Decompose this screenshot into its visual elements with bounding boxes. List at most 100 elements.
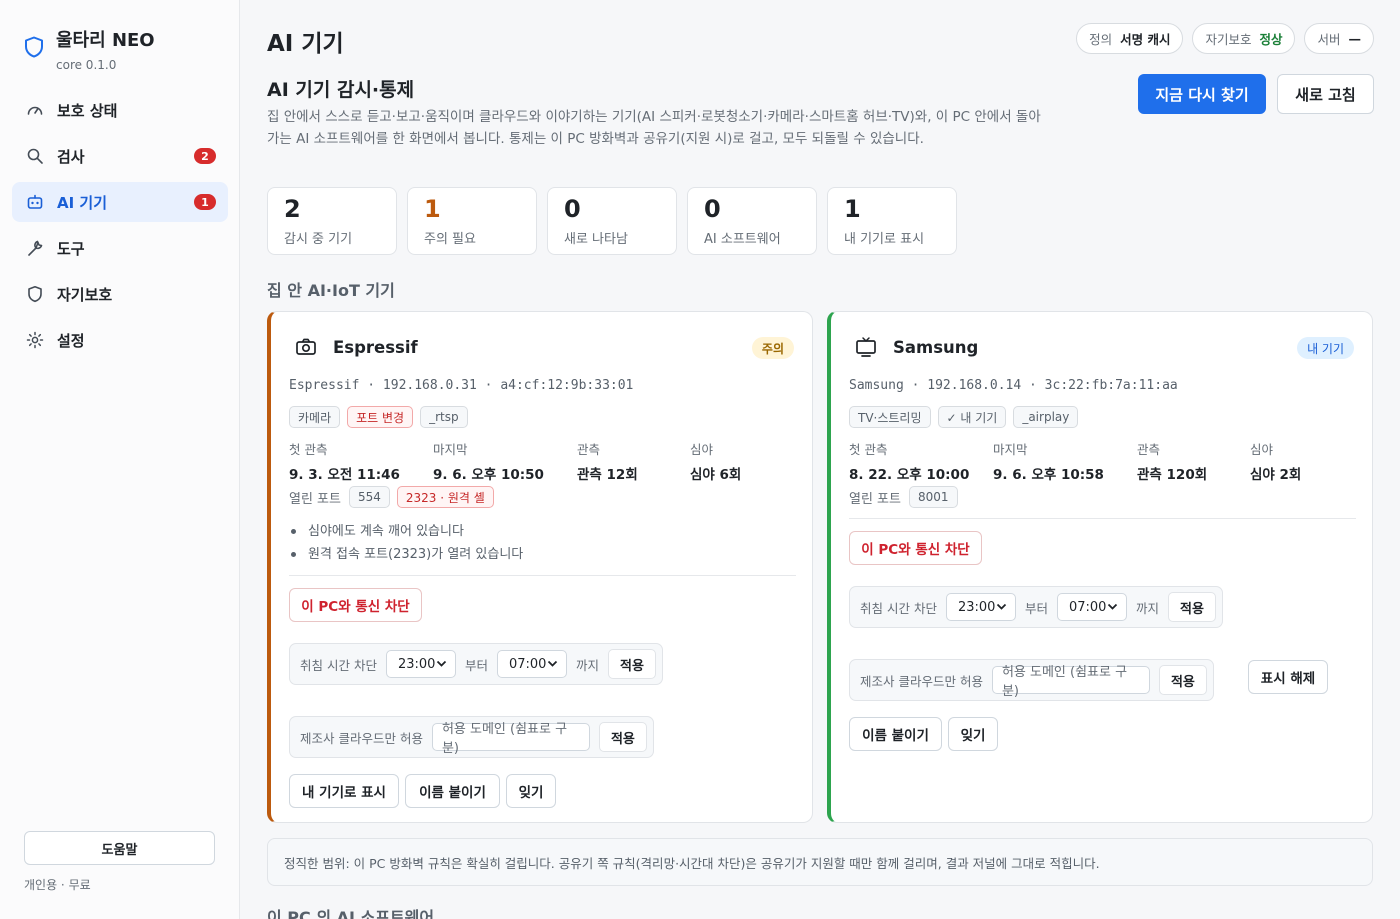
- stats-row: 2 감시 중 기기 1 주의 필요 0 새로 나타남 0 AI 소프트웨어 1 …: [267, 187, 957, 255]
- chevron-down-icon: [547, 660, 558, 667]
- sidebar-item-tools[interactable]: 도구: [12, 228, 228, 268]
- obs-value: 관측 12회: [577, 467, 638, 483]
- sidebar-item-scan[interactable]: 검사 2: [12, 136, 228, 176]
- block-pc-traffic-button[interactable]: 이 PC와 통신 차단: [849, 531, 982, 565]
- stat-value: 1: [424, 195, 441, 223]
- stat-value: 0: [704, 195, 721, 223]
- forget-button[interactable]: 잊기: [948, 717, 998, 751]
- to-word: 까지: [575, 657, 599, 673]
- observation-stats: 첫 관측 9. 3. 오전 11:46 마지막 9. 6. 오후 10:50 관…: [289, 439, 812, 483]
- license-text: 개인용 · 무료: [24, 878, 91, 892]
- allowed-domains-input[interactable]: 허용 도메인 (쉼표로 구분): [991, 665, 1150, 699]
- sleep-apply-button[interactable]: 적용: [607, 649, 656, 679]
- cloud-apply-button[interactable]: 적용: [1158, 665, 1207, 695]
- sidebar: 울타리 NEO core 0.1.0 보호 상태 검사 2 AI 기기 1 도구…: [0, 0, 240, 919]
- sleep-apply-button[interactable]: 적용: [1167, 592, 1216, 622]
- device-tag: _rtsp: [420, 406, 468, 428]
- device-meta: Samsung · 192.168.0.14 · 3c:22:fb:7a:11:…: [849, 378, 1178, 393]
- server-status-pill: 서버 —: [1304, 23, 1374, 54]
- obs-key: 첫 관측: [849, 442, 888, 457]
- brand-name: 울타리 NEO: [56, 30, 155, 51]
- tv-icon: [856, 337, 876, 357]
- to-word: 까지: [1135, 600, 1159, 616]
- obs-key: 첫 관측: [289, 442, 328, 457]
- rename-button[interactable]: 이름 붙이기: [849, 717, 942, 751]
- pill-key: 자기보호: [1205, 32, 1252, 47]
- search-icon: [26, 147, 44, 165]
- risk-notes: 심야에도 계속 깨어 있습니다 원격 접속 포트(2323)가 열려 있습니다: [289, 520, 523, 566]
- stat-label: 주의 필요: [424, 232, 476, 247]
- open-ports-label: 열린 포트: [289, 491, 341, 507]
- home-devices-group-title: 집 안 AI·IoT 기기: [267, 281, 395, 300]
- rescan-button[interactable]: 지금 다시 찾기: [1138, 74, 1266, 114]
- sleep-time-block-control: 취침 시간 차단 23:00 부터 07:00 까지 적용: [849, 586, 1223, 628]
- stat-newly-appeared: 0 새로 나타남: [547, 187, 677, 255]
- sidebar-item-protection-status[interactable]: 보호 상태: [12, 90, 228, 130]
- select-value: 23:00: [957, 599, 996, 615]
- shield-logo-icon: [25, 36, 43, 58]
- stat-monitored-devices: 2 감시 중 기기: [267, 187, 397, 255]
- my-device-badge: 내 기기: [1297, 337, 1354, 359]
- sidebar-item-settings[interactable]: 설정: [12, 320, 228, 360]
- cloud-only-label: 제조사 클라우드만 허용: [300, 730, 423, 746]
- pill-value: 정상: [1259, 32, 1283, 47]
- stat-label: 내 기기로 표시: [844, 232, 925, 247]
- device-name: Espressif: [333, 337, 418, 357]
- risk-note: 심야에도 계속 깨어 있습니다: [289, 520, 523, 543]
- obs-key: 마지막: [433, 442, 468, 457]
- vendor-cloud-only-control: 제조사 클라우드만 허용 허용 도메인 (쉼표로 구분) 적용: [289, 716, 654, 758]
- observation-count: 관측 관측 12회: [577, 439, 690, 483]
- definitions-status-pill: 정의 서명 캐시: [1076, 23, 1184, 54]
- mark-as-mine-button[interactable]: 내 기기로 표시: [289, 774, 399, 808]
- allowed-domains-input[interactable]: 허용 도메인 (쉼표로 구분): [431, 722, 590, 756]
- sidebar-item-self-protection[interactable]: 자기보호: [12, 274, 228, 314]
- block-pc-traffic-button[interactable]: 이 PC와 통신 차단: [289, 588, 422, 622]
- robot-icon: [26, 193, 44, 211]
- shield-icon: [26, 285, 44, 303]
- scan-count-badge: 2: [194, 148, 216, 164]
- refresh-button[interactable]: 새로 고침: [1277, 74, 1374, 114]
- section-title: AI 기기 감시·통제: [267, 79, 415, 101]
- obs-key: 마지막: [993, 442, 1028, 457]
- obs-value: 심야 2회: [1250, 467, 1302, 483]
- from-word: 부터: [1024, 600, 1048, 616]
- obs-key: 심야: [1250, 442, 1274, 457]
- sleep-from-select[interactable]: 23:00: [945, 593, 1016, 621]
- sidebar-item-ai-devices[interactable]: AI 기기 1: [12, 182, 228, 222]
- device-card-header: Espressif: [295, 336, 418, 358]
- device-name: Samsung: [893, 337, 979, 357]
- obs-key: 관측: [1137, 442, 1161, 457]
- sleep-to-select[interactable]: 07:00: [496, 650, 567, 678]
- section-description: 집 안에서 스스로 듣고·보고·움직이며 클라우드와 이야기하는 기기(AI 스…: [267, 109, 1041, 147]
- sleep-from-select[interactable]: 23:00: [385, 650, 456, 678]
- port-chip: 2323 · 원격 셸: [396, 486, 494, 508]
- sleep-to-select[interactable]: 07:00: [1056, 593, 1127, 621]
- unmark-mine-button[interactable]: 표시 해제: [1248, 660, 1328, 694]
- observation-last-seen: 마지막 9. 6. 오후 10:50: [433, 439, 577, 483]
- device-card-samsung: Samsung 내 기기 Samsung · 192.168.0.14 · 3c…: [827, 311, 1373, 823]
- pill-value: —: [1348, 31, 1362, 46]
- rename-button[interactable]: 이름 붙이기: [405, 774, 500, 808]
- stat-label: 새로 나타남: [564, 232, 628, 247]
- select-value: 07:00: [508, 656, 547, 672]
- obs-value: 심야 6회: [690, 467, 742, 483]
- sleep-block-label: 취침 시간 차단: [300, 657, 377, 673]
- pill-key: 서버: [1317, 32, 1341, 47]
- open-ports: 열린 포트 8001: [849, 486, 958, 508]
- observation-stats: 첫 관측 8. 22. 오후 10:00 마지막 9. 6. 오후 10:58 …: [849, 439, 1372, 483]
- ai-device-count-badge: 1: [194, 194, 216, 210]
- page-title: AI 기기: [267, 31, 344, 57]
- risk-note: 원격 접속 포트(2323)가 열려 있습니다: [289, 543, 523, 566]
- forget-button[interactable]: 잊기: [506, 774, 556, 808]
- obs-value: 8. 22. 오후 10:00: [849, 467, 970, 483]
- obs-value: 관측 120회: [1137, 467, 1208, 483]
- cloud-apply-button[interactable]: 적용: [598, 722, 647, 752]
- help-button[interactable]: 도움말: [24, 831, 215, 865]
- obs-value: 9. 6. 오후 10:50: [433, 467, 544, 483]
- pill-key: 정의: [1089, 32, 1113, 47]
- stat-value: 1: [844, 195, 861, 223]
- port-chip: 554: [348, 486, 390, 508]
- from-word: 부터: [464, 657, 488, 673]
- device-tag: 카메라: [289, 406, 341, 428]
- device-tag: TV·스트리밍: [849, 406, 931, 428]
